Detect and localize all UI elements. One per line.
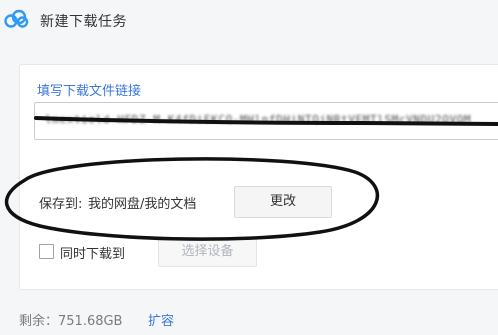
- sync-download-label[interactable]: 同时下载到: [60, 243, 125, 262]
- sync-download-checkbox[interactable]: [39, 244, 54, 259]
- change-location-button[interactable]: 更改: [234, 186, 332, 218]
- save-path-value: 我的网盘/我的文档: [88, 197, 197, 212]
- baidu-netdisk-cloud-icon: [4, 9, 29, 28]
- expand-storage-link[interactable]: 扩容: [148, 310, 174, 329]
- remaining-space-label: 剩余：751.68GB: [19, 314, 123, 329]
- download-link-input[interactable]: lmextield-HFDZ-M-K4fDiEKCQ-MHlnfDHiNTQiN…: [34, 102, 498, 140]
- title-bar: 新建下载任务: [0, 0, 498, 40]
- dialog-title: 新建下载任务: [40, 14, 127, 30]
- select-device-button: 选择设备: [158, 237, 257, 267]
- link-field-label: 填写下载文件链接: [37, 84, 142, 99]
- save-to-label: 保存到:: [39, 197, 83, 212]
- download-link-value: lmextield-HFDZ-M-K4fDiEKCQ-MHlnfDHiNTQiN…: [45, 113, 472, 126]
